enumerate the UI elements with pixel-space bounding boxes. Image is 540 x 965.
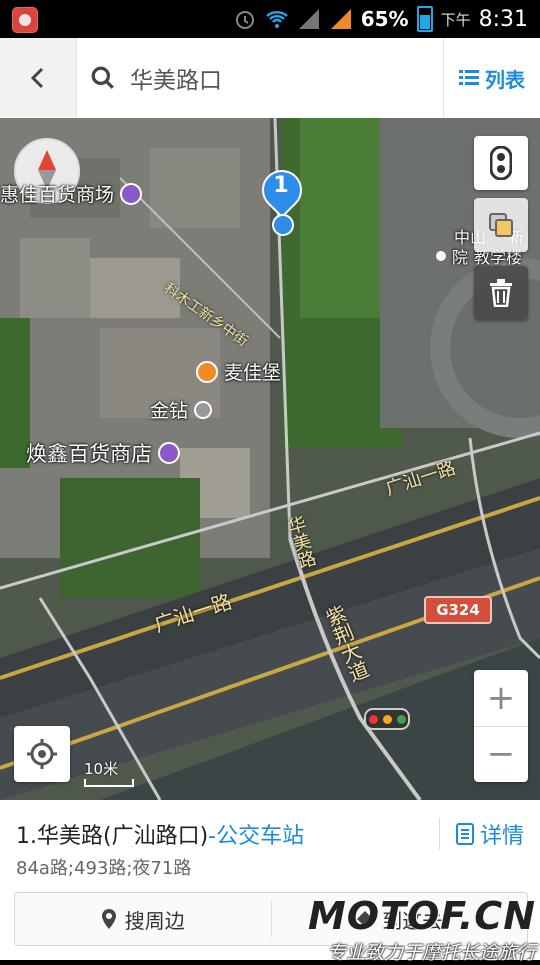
- poi-label: 院: [452, 248, 469, 267]
- list-label: 列表: [485, 67, 525, 92]
- baidu-map-app-icon: [12, 7, 38, 33]
- bus-stop-icon[interactable]: [272, 214, 294, 236]
- result-title[interactable]: 1.华美路(广汕路口)-公交车站: [16, 818, 304, 850]
- map-view[interactable]: 惠佳百货商场 麦佳堡 金钻 焕鑫百货商店 中山 新 院 教学楼 广汕一路 广汕一…: [0, 118, 540, 800]
- battery-percent: 65%: [360, 7, 409, 31]
- watermark-slogan: 专业致力于摩托长途旅行: [326, 942, 536, 964]
- layers-button[interactable]: [474, 198, 528, 252]
- nearby-label: 搜周边: [124, 908, 185, 933]
- poi-label: 惠佳百货商场: [0, 184, 115, 206]
- back-arrow-icon: [30, 67, 44, 89]
- scale-bar: [84, 779, 134, 787]
- traffic-icon: [490, 146, 512, 180]
- status-bar: 65% 下午 8:31: [0, 0, 540, 38]
- search-nearby-button[interactable]: 搜周边: [15, 893, 271, 945]
- wifi-icon: [265, 11, 288, 28]
- poi-label: 麦佳堡: [224, 362, 282, 384]
- search-input[interactable]: 华美路口: [90, 38, 440, 118]
- zoom-out-button[interactable]: −: [474, 727, 528, 783]
- ampm-label: 下午: [440, 10, 471, 29]
- document-icon: [455, 823, 474, 845]
- scale-label: 10米: [84, 760, 119, 778]
- layers-icon: [489, 213, 513, 237]
- search-icon: [91, 66, 114, 89]
- poi-dot-icon: [436, 251, 446, 261]
- search-bar: 华美路口 列表: [0, 38, 540, 119]
- zoom-controls: + −: [474, 670, 528, 782]
- shop-icon: [194, 400, 213, 419]
- detail-label: 详情: [479, 824, 524, 849]
- clock: 8:31: [478, 6, 528, 32]
- result-name: 1.华美路(广汕路口): [16, 824, 209, 849]
- list-view-button[interactable]: 列表: [443, 38, 540, 118]
- watermark-brand: MOTOF.CN: [307, 894, 536, 938]
- result-category: -公交车站: [208, 824, 305, 849]
- location-pin-icon: [101, 909, 116, 929]
- detail-button[interactable]: 详情: [438, 818, 524, 850]
- list-icon: [459, 70, 479, 85]
- shopping-icon: [120, 182, 143, 205]
- restaurant-icon: [196, 360, 218, 383]
- search-result-marker[interactable]: 1: [253, 161, 311, 220]
- signal-icon-2: [330, 9, 351, 29]
- traffic-toggle-button[interactable]: [474, 136, 528, 190]
- status-icons: 65% 下午 8:31: [233, 6, 528, 32]
- alarm-icon: [235, 11, 254, 29]
- poi-label: 焕鑫百货商店: [26, 442, 152, 466]
- poi-jinzuan[interactable]: 金钻: [150, 396, 213, 423]
- bus-lines: 84a路;493路;夜71路: [16, 858, 192, 879]
- highway-badge: G324: [424, 596, 492, 624]
- traffic-light-icon: [364, 708, 410, 730]
- zoom-in-button[interactable]: +: [474, 670, 528, 727]
- battery-icon: [416, 6, 433, 32]
- poi-label: 金钻: [150, 400, 189, 422]
- shopping-icon: [158, 442, 180, 464]
- trash-icon: [490, 279, 512, 307]
- back-button[interactable]: [0, 38, 77, 118]
- map-scale: 10米: [84, 758, 134, 787]
- poi-maijiabao[interactable]: 麦佳堡: [196, 358, 281, 385]
- search-query: 华美路口: [130, 68, 222, 94]
- watermark: MOTOF.CN 专业致力于摩托长途旅行: [308, 894, 536, 965]
- signal-icon-1: [298, 9, 319, 29]
- locate-button[interactable]: [14, 726, 70, 782]
- clear-button[interactable]: [474, 266, 528, 320]
- poi-huijia[interactable]: 惠佳百货商场: [0, 180, 143, 207]
- locate-icon: [27, 739, 57, 769]
- poi-huanxin[interactable]: 焕鑫百货商店: [26, 438, 180, 468]
